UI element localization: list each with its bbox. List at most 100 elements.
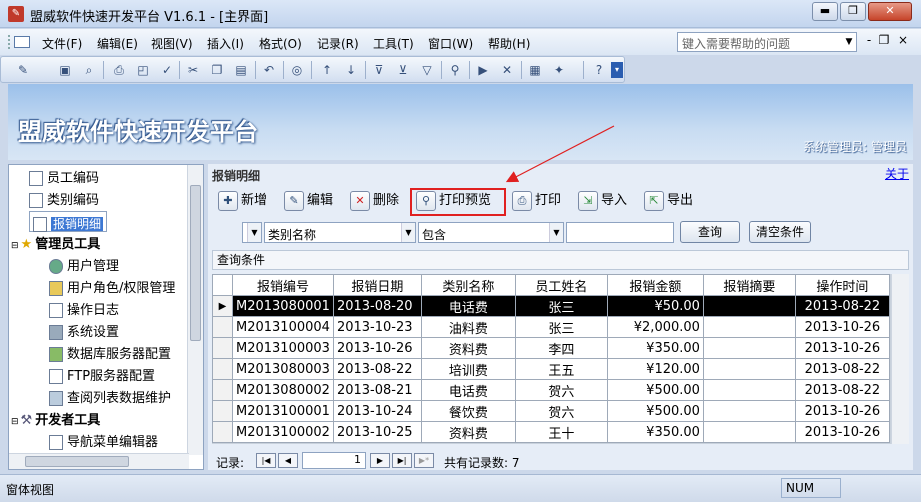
first-record-icon[interactable]: |◀ <box>256 453 276 468</box>
database-window-icon[interactable]: ▦ <box>527 62 543 78</box>
scroll-thumb[interactable] <box>25 456 129 467</box>
cell-timestamp[interactable]: 2013-08-22 <box>794 379 890 401</box>
nav-vertical-scrollbar[interactable] <box>187 165 203 455</box>
cell-amount[interactable]: ¥500.00 <box>606 400 704 422</box>
filter-selection-icon[interactable]: ⊽ <box>371 62 387 78</box>
cell-summary[interactable] <box>702 400 796 422</box>
undo-icon[interactable]: ↶ <box>261 62 277 78</box>
edit-button[interactable]: ✎ 编辑 <box>284 189 333 213</box>
row-selector[interactable] <box>212 337 233 359</box>
toolbar-options-icon[interactable]: ▾ <box>611 62 623 78</box>
paste-icon[interactable]: ▤ <box>233 62 249 78</box>
cell-id[interactable]: M2013080002 <box>232 379 334 401</box>
nav-item-menu-editor[interactable]: 导航菜单编辑器 <box>49 431 158 451</box>
cell-category[interactable]: 油料费 <box>420 316 516 338</box>
cell-id[interactable]: M2013100004 <box>232 316 334 338</box>
cell-id[interactable]: M2013080001 <box>232 295 334 317</box>
row-selector[interactable] <box>212 316 233 338</box>
cell-category[interactable]: 电话费 <box>420 295 516 317</box>
copy-icon[interactable]: ❐ <box>209 62 225 78</box>
grid-vertical-scrollbar[interactable] <box>891 274 909 444</box>
col-header-summary[interactable]: 报销摘要 <box>702 274 796 296</box>
mdi-restore-button[interactable]: ❐ <box>877 33 891 47</box>
cell-amount[interactable]: ¥50.00 <box>606 295 704 317</box>
last-record-icon[interactable]: ▶| <box>392 453 412 468</box>
row-selector[interactable] <box>212 358 233 380</box>
menu-edit[interactable]: 编辑(E) <box>97 35 138 52</box>
row-selector-header[interactable] <box>212 274 233 296</box>
filter-value-input[interactable] <box>566 222 674 243</box>
filter-form-icon[interactable]: ⊻ <box>395 62 411 78</box>
cell-date[interactable]: 2013-08-22 <box>332 358 422 380</box>
nav-item-db-server-config[interactable]: 数据库服务器配置 <box>49 343 171 363</box>
scroll-thumb[interactable] <box>190 185 201 341</box>
print-icon[interactable]: ⎙ <box>111 62 127 78</box>
nav-item-ftp-config[interactable]: FTP服务器配置 <box>49 365 155 385</box>
nav-group-developer-tools[interactable]: ⊟ ⚒ 开发者工具 <box>11 409 100 429</box>
delete-record-icon[interactable]: ✕ <box>499 62 515 78</box>
menu-tools[interactable]: 工具(T) <box>373 35 414 52</box>
menu-help[interactable]: 帮助(H) <box>488 35 530 52</box>
collapse-icon[interactable]: ⊟ <box>11 241 19 251</box>
cell-timestamp[interactable]: 2013-08-22 <box>794 358 890 380</box>
cell-employee[interactable]: 贺六 <box>514 400 608 422</box>
cell-employee[interactable]: 王十 <box>514 421 608 443</box>
cell-employee[interactable]: 李四 <box>514 337 608 359</box>
nav-item-expense-detail[interactable]: 报销明细 <box>29 211 108 232</box>
menu-insert[interactable]: 插入(I) <box>207 35 244 52</box>
nav-item-lookup-maintenance[interactable]: 查阅列表数据维护 <box>49 387 171 407</box>
cell-amount[interactable]: ¥350.00 <box>606 337 704 359</box>
table-row[interactable]: M2013100002 2013-10-25 资料费 王十 ¥350.00 2013-10… <box>212 421 890 443</box>
cell-summary[interactable] <box>702 295 796 317</box>
cell-employee[interactable]: 贺六 <box>514 379 608 401</box>
cell-id[interactable]: M2013080003 <box>232 358 334 380</box>
cell-date[interactable]: 2013-10-25 <box>332 421 422 443</box>
close-button[interactable]: ✕ <box>868 2 912 21</box>
new-object-icon[interactable]: ✦ <box>551 62 567 78</box>
document-icon[interactable] <box>14 36 30 48</box>
nav-item-operation-log[interactable]: 操作日志 <box>49 299 119 319</box>
sort-ascending-icon[interactable]: ↑ <box>319 62 335 78</box>
cell-date[interactable]: 2013-08-20 <box>332 295 422 317</box>
col-header-employee[interactable]: 员工姓名 <box>514 274 608 296</box>
row-selector[interactable] <box>212 400 233 422</box>
chevron-down-icon[interactable]: ▼ <box>842 33 856 51</box>
nav-horizontal-scrollbar[interactable] <box>9 453 189 469</box>
new-record-icon[interactable]: ▶ <box>475 62 491 78</box>
save-icon[interactable]: ▣ <box>57 62 73 78</box>
nav-group-admin-tools[interactable]: ⊟ ★ 管理员工具 <box>11 233 100 253</box>
table-row[interactable]: M2013080002 2013-08-21 电话费 贺六 ¥500.00 2013-08… <box>212 379 890 401</box>
table-row[interactable]: M2013080003 2013-08-22 培训费 王五 ¥120.00 2013-08… <box>212 358 890 380</box>
col-header-id[interactable]: 报销编号 <box>232 274 334 296</box>
cell-amount[interactable]: ¥500.00 <box>606 379 704 401</box>
menu-format[interactable]: 格式(O) <box>259 35 302 52</box>
col-header-category[interactable]: 类别名称 <box>420 274 516 296</box>
logic-select[interactable]: ▼ <box>242 222 262 243</box>
maximize-button[interactable]: ❐ <box>840 2 866 21</box>
cell-id[interactable]: M2013100002 <box>232 421 334 443</box>
nav-item-user-management[interactable]: 用户管理 <box>49 255 119 275</box>
table-row[interactable]: M2013100003 2013-10-26 资料费 李四 ¥350.00 2013-10… <box>212 337 890 359</box>
cell-date[interactable]: 2013-10-23 <box>332 316 422 338</box>
cell-timestamp[interactable]: 2013-10-26 <box>794 421 890 443</box>
next-record-icon[interactable]: ▶ <box>370 453 390 468</box>
cell-timestamp[interactable]: 2013-10-26 <box>794 316 890 338</box>
cell-amount[interactable]: ¥2,000.00 <box>606 316 704 338</box>
minimize-button[interactable]: ▬ <box>812 2 838 21</box>
cell-timestamp[interactable]: 2013-10-26 <box>794 400 890 422</box>
cell-summary[interactable] <box>702 337 796 359</box>
current-row-icon[interactable]: ▶ <box>212 295 233 317</box>
file-search-icon[interactable]: ⌕ <box>81 62 97 78</box>
menu-records[interactable]: 记录(R) <box>317 35 359 52</box>
print-preview-icon[interactable]: ◰ <box>135 62 151 78</box>
apply-filter-icon[interactable]: ▽ <box>419 62 435 78</box>
nav-item-employee-code[interactable]: 员工编码 <box>29 167 99 187</box>
cell-employee[interactable]: 王五 <box>514 358 608 380</box>
cell-summary[interactable] <box>702 316 796 338</box>
help-icon[interactable]: ? <box>591 62 607 78</box>
cell-date[interactable]: 2013-08-21 <box>332 379 422 401</box>
cell-employee[interactable]: 张三 <box>514 316 608 338</box>
import-button[interactable]: ⇲ 导入 <box>578 189 627 213</box>
menu-view[interactable]: 视图(V) <box>151 35 193 52</box>
cell-category[interactable]: 资料费 <box>420 337 516 359</box>
